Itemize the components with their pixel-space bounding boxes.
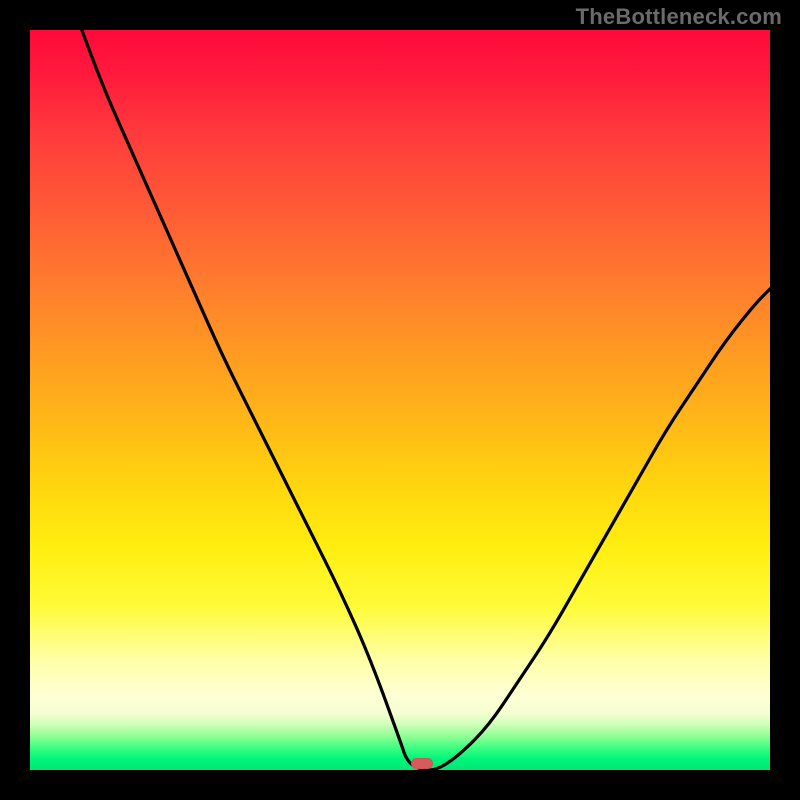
- watermark-text: TheBottleneck.com: [576, 4, 782, 30]
- plot-area: [30, 30, 770, 770]
- curve-svg: [30, 30, 770, 770]
- chart-frame: TheBottleneck.com: [0, 0, 800, 800]
- bottleneck-curve-path: [82, 30, 770, 770]
- optimal-marker: [411, 758, 433, 769]
